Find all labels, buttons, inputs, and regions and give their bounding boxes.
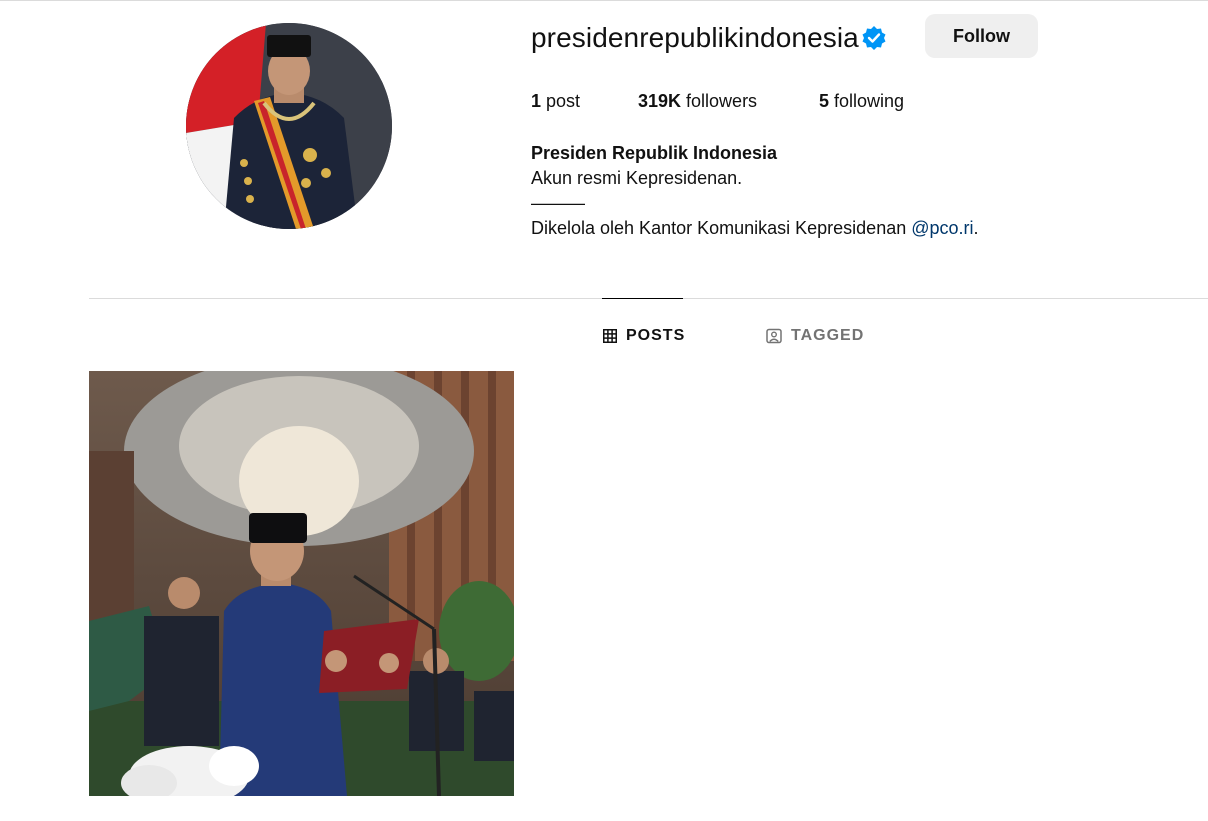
bio-line-3-suffix: . — [973, 218, 979, 238]
following-count: 5 — [819, 91, 830, 111]
followers-stat[interactable]: 319K followers — [638, 89, 757, 113]
bio-full-name: Presiden Republik Indonesia — [531, 143, 778, 163]
followers-count: 319K — [638, 91, 682, 111]
profile-bio: Presiden Republik Indonesia Akun resmi K… — [531, 141, 979, 241]
verified-badge-icon — [862, 26, 886, 50]
active-tab-indicator — [602, 298, 683, 299]
tagged-user-icon — [766, 328, 782, 344]
tab-posts[interactable]: POSTS — [603, 325, 685, 347]
following-stat[interactable]: 5 following — [819, 89, 904, 113]
profile-username: presidenrepublikindonesia — [531, 22, 859, 53]
post-thumbnail[interactable] — [89, 371, 514, 796]
posts-count: 1 — [531, 91, 542, 111]
bio-line-3: Dikelola oleh Kantor Komunikasi Kepresid… — [531, 216, 979, 241]
tab-posts-label: POSTS — [626, 327, 686, 344]
bio-mention-link[interactable]: @pco.ri — [911, 218, 973, 238]
avatar-image — [186, 23, 392, 229]
followers-label: followers — [681, 91, 758, 111]
tab-tagged[interactable]: TAGGED — [766, 325, 864, 347]
bio-separator: ——— — [531, 193, 585, 213]
follow-button[interactable]: Follow — [925, 14, 1038, 58]
post-image — [89, 371, 514, 796]
grid-icon — [603, 329, 617, 343]
top-border — [0, 0, 1208, 1]
profile-avatar[interactable] — [186, 23, 392, 229]
bio-line-3-prefix: Dikelola oleh Kantor Komunikasi Kepresid… — [531, 218, 912, 238]
tab-tagged-label: TAGGED — [791, 327, 865, 344]
bio-line-1: Akun resmi Kepresidenan. — [531, 168, 743, 188]
posts-label: post — [541, 91, 581, 111]
posts-count-stat: 1 post — [531, 89, 580, 113]
following-label: following — [829, 91, 905, 111]
